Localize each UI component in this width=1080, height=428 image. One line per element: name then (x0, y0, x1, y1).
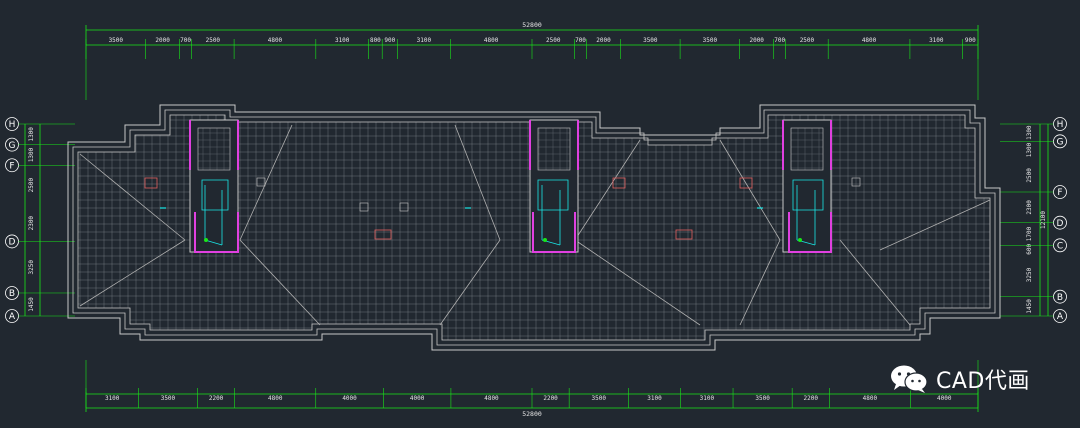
right-axis-label: G (1057, 138, 1064, 148)
right-dimension-text: 1300 (1026, 142, 1033, 157)
right-axis-label: B (1057, 293, 1063, 303)
right-axis-label: C (1057, 242, 1063, 252)
right-axis-label: A (1057, 312, 1064, 322)
right-axis-chain: 1300130025002300170060032501450HGFDCBA12… (1000, 117, 1067, 323)
bottom-total-dimension-text: 52800 (522, 410, 542, 418)
bottom-dimension-text: 4800 (268, 395, 283, 402)
top-dimension-text: 4800 (484, 37, 499, 44)
bottom-dimension-text: 3500 (755, 395, 770, 402)
top-dimension-text: 900 (965, 37, 976, 44)
bottom-dimension-text: 2200 (543, 395, 558, 402)
right-dimension-text: 1450 (1026, 299, 1033, 314)
top-dimension-text: 3500 (703, 37, 718, 44)
right-dimension-text: 3250 (1026, 267, 1033, 282)
top-dimension-text: 800 (370, 37, 381, 44)
left-axis-label: B (9, 289, 15, 299)
right-dimension-text: 2500 (1026, 168, 1033, 183)
left-dimension-text: 3250 (28, 260, 35, 275)
top-dimension-text: 700 (180, 37, 191, 44)
stair-core-left (189, 119, 239, 253)
left-dimension-text: 1450 (28, 297, 35, 312)
top-dimension-text: 900 (384, 37, 395, 44)
right-axis-label: D (1057, 219, 1064, 229)
bottom-dimension-text: 3100 (700, 395, 715, 402)
watermark-text: CAD代画 (936, 369, 1030, 394)
left-axis-label: D (9, 238, 16, 248)
top-dimension-text: 2000 (749, 37, 764, 44)
top-dimension-text: 3100 (929, 37, 944, 44)
bottom-dimension-text: 4000 (410, 395, 425, 402)
right-dimension-text: 2300 (1026, 200, 1033, 215)
left-dimension-text: 1300 (28, 127, 35, 142)
top-dimension-text: 3500 (109, 37, 124, 44)
top-dimension-text: 2000 (596, 37, 611, 44)
left-dimension-text: 1300 (28, 147, 35, 162)
top-total-dimension-text: 52800 (522, 21, 542, 29)
top-dimension-text: 700 (575, 37, 586, 44)
bottom-dimension-text: 2200 (209, 395, 224, 402)
left-axis-label: F (9, 161, 14, 171)
bottom-dimension-text: 3100 (647, 395, 662, 402)
left-axis-label: A (9, 312, 16, 322)
right-axis-label: H (1057, 120, 1064, 130)
right-axis-label: F (1057, 188, 1062, 198)
top-dimension-text: 3100 (335, 37, 350, 44)
stair-core-middle (529, 119, 579, 253)
bottom-dimension-text: 4800 (863, 395, 878, 402)
top-dimension-text: 3500 (643, 37, 658, 44)
bottom-dimension-text: 4000 (937, 395, 952, 402)
bottom-dimension-text: 3500 (592, 395, 607, 402)
top-dimension-text: 3100 (417, 37, 432, 44)
top-dimension-text: 4800 (862, 37, 877, 44)
right-overall-dimension-text: 12100 (1040, 211, 1047, 229)
bottom-dimension-text: 2200 (804, 395, 819, 402)
bottom-dimension-text: 3500 (161, 395, 176, 402)
bottom-dimension-text: 4800 (484, 395, 499, 402)
left-dimension-text: 2500 (28, 177, 35, 192)
top-dimension-text: 700 (774, 37, 785, 44)
top-dimension-text: 2500 (546, 37, 561, 44)
top-dimension-chain: 3500 2000 700 2500 4800 3100 800 900 3100 4800 250… (85, 37, 979, 59)
top-dimension-text: 2500 (800, 37, 815, 44)
right-dimension-text: 1700 (1026, 226, 1033, 241)
right-dimension-text: 1300 (1026, 125, 1033, 140)
left-axis-label: H (9, 120, 16, 130)
wechat-icon (891, 365, 928, 393)
bottom-dimension-chain: 3100 3500 2200 4800 4000 4000 4800 2200 3500 3100… (85, 388, 979, 408)
bottom-dimension-text: 4000 (342, 395, 357, 402)
watermark: CAD代画 (890, 364, 1030, 394)
top-dimension-text: 4800 (268, 37, 283, 44)
bottom-dimension-text: 3100 (105, 395, 120, 402)
top-dimension-text: 2000 (155, 37, 170, 44)
top-dimension-text: 2500 (206, 37, 221, 44)
left-dimension-text: 2300 (28, 216, 35, 231)
left-axis-chain: 1300 1300 2500 2300 3250 1450 H GF D B A (5, 117, 75, 323)
stair-core-right (782, 119, 832, 253)
left-axis-label: G (9, 141, 16, 151)
